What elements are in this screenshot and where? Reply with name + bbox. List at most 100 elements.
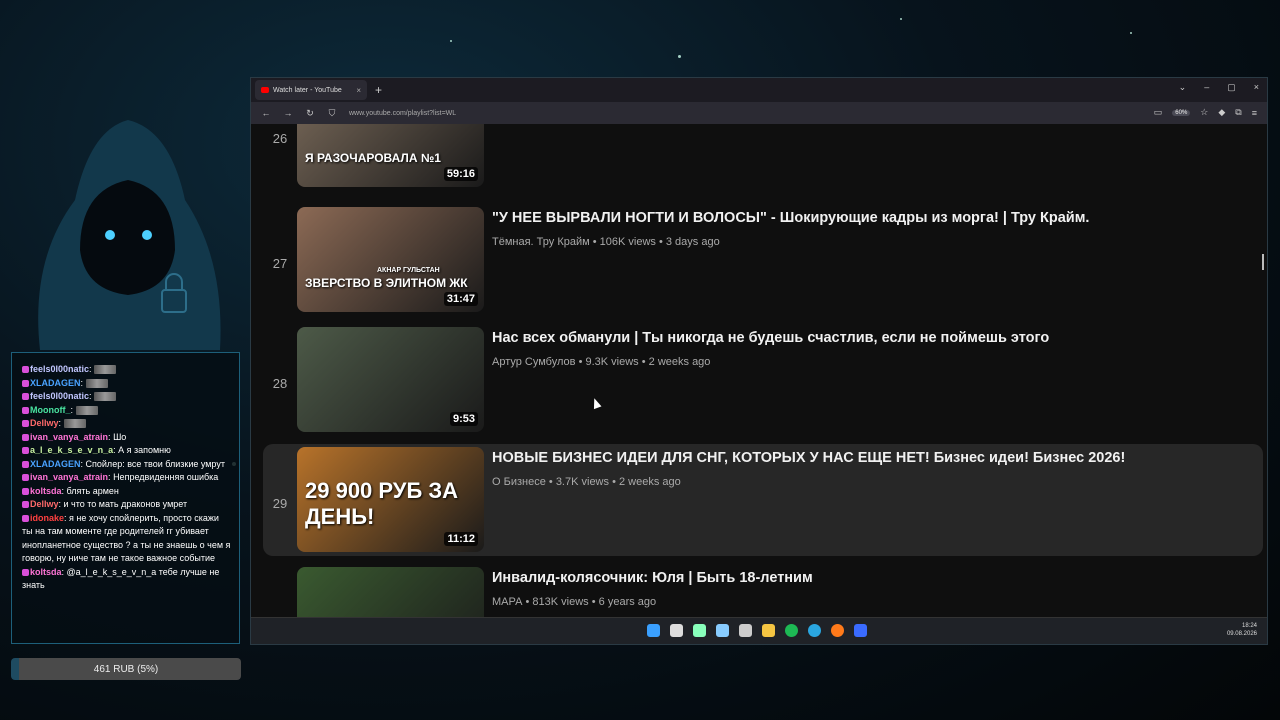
chat-username[interactable]: idonake <box>30 513 64 523</box>
video-age: 3 days ago <box>665 236 720 248</box>
app-icon-4[interactable] <box>854 624 867 637</box>
video-title[interactable]: "У НЕЕ ВЫРВАЛИ НОГТИ И ВОЛОСЫ" - Шокирую… <box>492 210 1089 226</box>
clock-time: 18:24 <box>1241 623 1257 629</box>
folder-icon[interactable] <box>762 624 775 637</box>
menu-icon[interactable]: ≡ <box>1252 108 1257 118</box>
taskbar-icons <box>647 624 867 637</box>
donation-goal-text: 461 RUB (5%) <box>93 663 159 675</box>
chat-message: ivan_vanya_atrain: Шо <box>22 431 231 445</box>
chat-username[interactable]: koltsda <box>30 486 62 496</box>
video-thumbnail[interactable]: ВОНЮТ <box>297 567 484 620</box>
video-duration: 9:53 <box>449 412 478 426</box>
windows-icon[interactable] <box>647 624 660 637</box>
app-icon-2[interactable] <box>716 624 729 637</box>
video-channel[interactable]: МАРА <box>492 596 522 608</box>
clock-date: 09.08.2026 <box>1226 631 1257 637</box>
close-tab-icon[interactable]: × <box>356 86 361 95</box>
video-title[interactable]: Инвалид-колясочник: Юля | Быть 18-летним <box>492 570 813 586</box>
video-thumbnail[interactable]: ЗВЕРСТВО В ЭЛИТНОМ ЖК АКНАР ГУЛЬСТАН 31:47 <box>297 207 484 312</box>
minimize-icon[interactable]: – <box>1204 82 1209 93</box>
chat-username[interactable]: ivan_vanya_atrain <box>30 472 108 482</box>
browser-window: Watch later - YouTube × + ⌄ – ▢ × ← → ↻ … <box>250 77 1268 645</box>
extension-icon[interactable]: ◆ <box>1218 107 1225 118</box>
search-icon[interactable] <box>670 624 683 637</box>
meta-separator: • <box>575 356 586 368</box>
maximize-icon[interactable]: ▢ <box>1227 82 1236 93</box>
playlist-index: 26 <box>272 131 288 146</box>
video-title[interactable]: Нас всех обманули | Ты никогда не будешь… <box>492 330 1049 346</box>
chat-message: a_l_e_k_s_e_v_n_a: А я запомню <box>22 444 231 458</box>
zoom-level[interactable]: 60% <box>1172 109 1191 116</box>
chat-text: Шо <box>113 431 127 442</box>
badge-icon <box>22 393 29 401</box>
tab-watch-later[interactable]: Watch later - YouTube × <box>255 80 367 100</box>
tab-list-icon[interactable]: ⌄ <box>1179 82 1187 93</box>
video-thumbnail[interactable]: Я РАЗОЧАРОВАЛА №1 59:16 <box>297 124 484 187</box>
chat-username[interactable]: a_l_e_k_s_e_v_n_a <box>30 445 113 455</box>
emote-icon <box>63 419 86 429</box>
chat-username[interactable]: koltsda <box>30 567 62 577</box>
chat-username[interactable]: ivan_vanya_atrain <box>30 432 108 442</box>
playlist-item[interactable]: 29 29 900 РУБ ЗА ДЕНЬ! 11:12 НОВЫЕ БИЗНЕС И… <box>263 444 1263 556</box>
chat-username[interactable]: XLADAGEN <box>30 459 81 469</box>
video-channel[interactable]: Артур Сумбулов <box>492 356 576 368</box>
video-channel[interactable]: Тёмная. Тру Крайм <box>492 236 590 248</box>
close-window-icon[interactable]: × <box>1254 82 1259 93</box>
spotify-icon[interactable] <box>785 624 798 637</box>
video-views: 3.7K views <box>555 476 610 488</box>
video-age: 6 years ago <box>598 596 657 608</box>
reader-view-icon[interactable]: ▭ <box>1154 107 1163 118</box>
clock[interactable]: 18:24 09.08.2026 <box>1227 622 1257 638</box>
forward-icon[interactable]: → <box>281 108 295 118</box>
chat-username[interactable]: XLADAGEN <box>30 378 81 388</box>
playlist-index: 27 <box>272 256 288 271</box>
video-duration: 31:47 <box>443 292 478 306</box>
chat-username[interactable]: Dellwy <box>30 499 59 509</box>
thumbnail-text: Я РАЗОЧАРОВАЛА №1 <box>305 151 441 165</box>
video-duration: 59:16 <box>443 167 478 181</box>
video-duration: 11:12 <box>444 532 478 546</box>
new-tab-button[interactable]: + <box>375 83 382 97</box>
chat-message: idonake: я не хочу спойлерить, просто ск… <box>22 512 231 566</box>
chat-text: А я запомню <box>118 445 171 455</box>
playlist-index: 28 <box>272 376 288 391</box>
playlist-item[interactable]: ВОНЮТ Инвалид-колясочник: Юля | Быть 18-л… <box>263 564 1263 620</box>
chat-username[interactable]: feels0l00natic <box>30 364 89 374</box>
shield-icon[interactable]: ⛉ <box>325 108 339 119</box>
chat-text: Спойлер: все твои близкие умрут <box>85 458 225 469</box>
badge-icon <box>22 447 29 455</box>
playlist-item[interactable]: 26Я РАЗОЧАРОВАЛА №159:16Вместе с Жуковой… <box>263 124 1263 191</box>
taskbar: 18:24 09.08.2026 <box>251 617 1267 644</box>
video-thumbnail[interactable]: 9:53 <box>297 327 484 432</box>
tab-bar: Watch later - YouTube × + ⌄ – ▢ × <box>251 78 1267 102</box>
extensions-icon[interactable]: ⧉ <box>1235 107 1241 118</box>
chat-username[interactable]: Moonoff_ <box>30 405 71 415</box>
chat-text: и что то мать драконов умрет <box>63 499 188 509</box>
video-title[interactable]: НОВЫЕ БИЗНЕС ИДЕИ ДЛЯ СНГ, КОТОРЫХ У НАС… <box>492 450 1125 466</box>
emote-icon <box>75 405 98 415</box>
app-icon-3[interactable] <box>739 624 752 637</box>
star <box>678 55 681 58</box>
star <box>450 40 452 42</box>
playlist-item[interactable]: 28 9:53 Нас всех обманули | Ты никогда не … <box>263 324 1263 436</box>
video-channel[interactable]: О Бизнесе <box>492 476 546 488</box>
chat-separator: : <box>70 404 76 415</box>
telegram-icon[interactable] <box>808 624 821 637</box>
chat-username[interactable]: Dellwy <box>30 418 59 428</box>
chat-message: Dellwy: и что то мать драконов умрет <box>22 498 231 512</box>
chat-username[interactable]: feels0l00natic <box>30 391 89 401</box>
video-thumbnail[interactable]: 29 900 РУБ ЗА ДЕНЬ! 11:12 <box>297 447 484 552</box>
playlist-item[interactable]: 27 ЗВЕРСТВО В ЭЛИТНОМ ЖК АКНАР ГУЛЬСТАН 31:… <box>263 204 1263 316</box>
firefox-icon[interactable] <box>831 624 844 637</box>
badge-icon <box>22 379 29 387</box>
playlist-index: 29 <box>272 496 288 511</box>
app-icon[interactable] <box>693 624 706 637</box>
thumbnail-caption: АКНАР ГУЛЬСТАН <box>377 267 440 274</box>
bookmark-star-icon[interactable]: ☆ <box>1200 107 1208 118</box>
reload-icon[interactable]: ↻ <box>303 108 317 119</box>
badge-icon <box>22 406 29 414</box>
chat-separator: : <box>80 377 86 388</box>
back-icon[interactable]: ← <box>259 108 273 118</box>
address-bar[interactable]: www.youtube.com/playlist?list=WL <box>349 110 456 117</box>
video-meta: МАРА • 813K views • 6 years ago <box>492 596 656 608</box>
